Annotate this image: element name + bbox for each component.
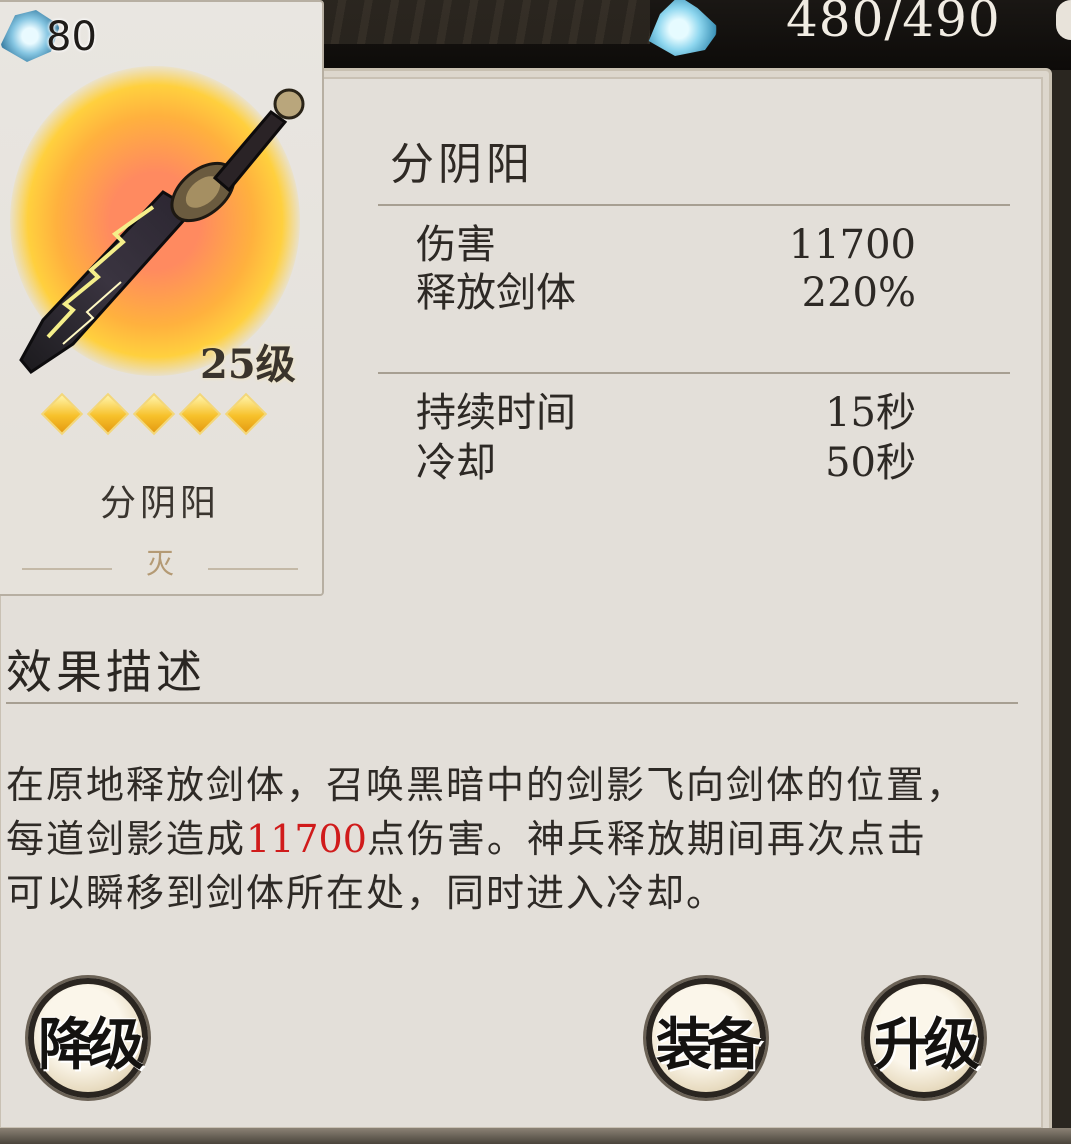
stat-value-duration: 15秒 <box>825 390 916 436</box>
star-rating <box>42 394 282 434</box>
stats-divider <box>378 372 1010 374</box>
stat-label-release: 释放剑体 <box>416 270 576 316</box>
downgrade-button[interactable]: 降级 <box>18 970 158 1110</box>
weapon-card-name: 分阴阳 <box>99 483 220 524</box>
stack-count: 80 <box>46 14 97 60</box>
stat-label-cooldown: 冷却 <box>416 440 496 486</box>
effect-description: 在原地释放剑体，召唤黑暗中的剑影飞向剑体的位置，每道剑影造成11700点伤害。神… <box>6 758 966 920</box>
effect-title: 效果描述 <box>6 645 206 699</box>
stack-count-badge: 80 <box>0 6 110 62</box>
weapon-rank: 灭 <box>145 547 174 580</box>
bottom-border <box>0 1128 1071 1144</box>
rank-divider-right <box>208 568 298 570</box>
star-icon <box>88 394 128 434</box>
effect-divider <box>6 702 1018 704</box>
crystal-currency-icon <box>648 0 720 56</box>
stat-label-damage: 伤害 <box>416 222 496 268</box>
energy-counter: 480/490 <box>786 0 1001 48</box>
top-banner-decoration <box>320 0 650 44</box>
star-icon <box>42 394 82 434</box>
star-icon <box>180 394 220 434</box>
stat-value-damage: 11700 <box>788 222 916 268</box>
stat-label-duration: 持续时间 <box>416 390 576 436</box>
title-divider <box>378 204 1010 206</box>
stat-value-release: 220% <box>801 270 916 316</box>
star-icon <box>134 394 174 434</box>
desc-damage-highlight: 11700 <box>246 817 367 861</box>
weapon-title: 分阴阳 <box>390 139 534 190</box>
upgrade-button[interactable]: 升级 <box>854 970 994 1110</box>
weapon-card[interactable]: 80 25级 分阴阳 灭 <box>0 0 324 596</box>
stat-value-cooldown: 50秒 <box>825 440 916 486</box>
upgrade-button-label: 升级 <box>874 1012 980 1078</box>
star-icon <box>226 394 266 434</box>
equip-button[interactable]: 装备 <box>636 970 776 1110</box>
weapon-level: 25级 <box>200 341 296 388</box>
top-right-button[interactable] <box>1056 0 1071 40</box>
equip-button-label: 装备 <box>656 1012 762 1078</box>
downgrade-button-label: 降级 <box>38 1012 144 1078</box>
